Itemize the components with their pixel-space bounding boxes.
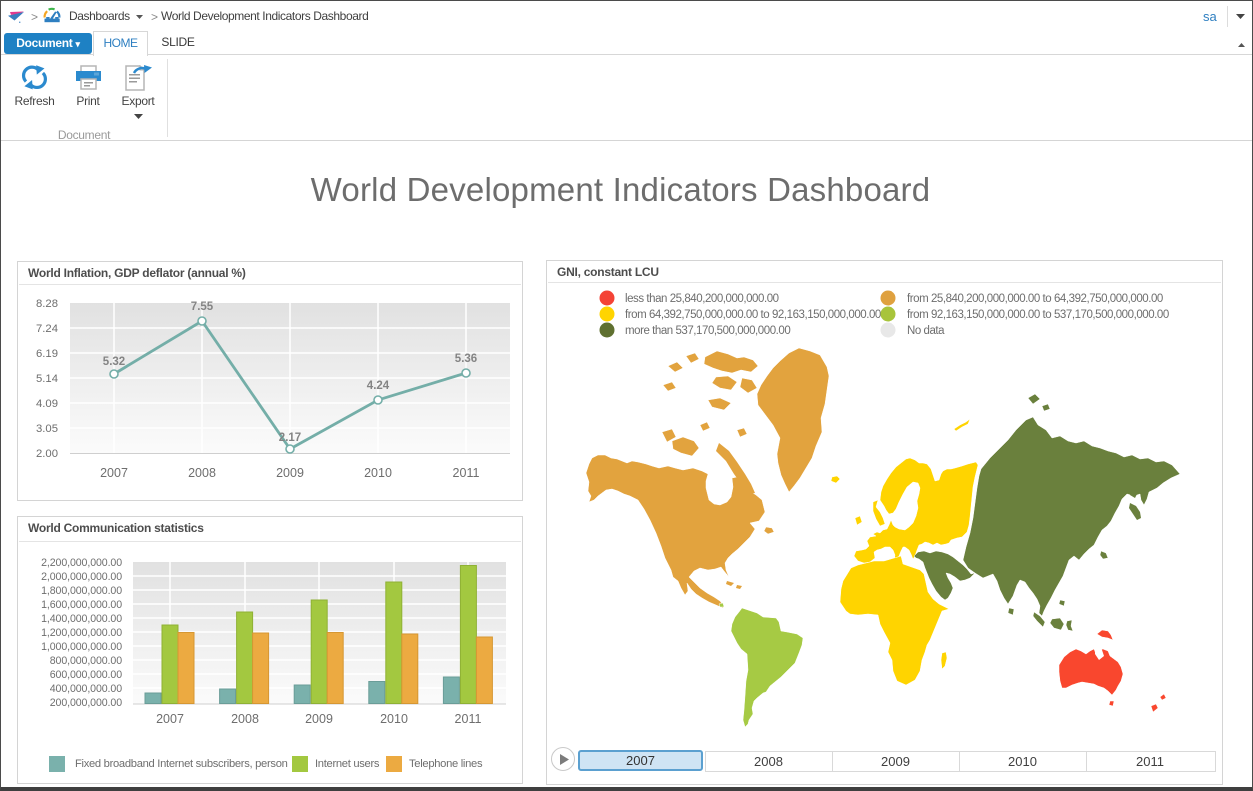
svg-text:1,800,000,000.00: 1,800,000,000.00 <box>41 585 122 597</box>
svg-text:1,600,000,000.00: 1,600,000,000.00 <box>41 599 122 611</box>
svg-text:400,000,000.00: 400,000,000.00 <box>50 683 122 695</box>
svg-text:4.09: 4.09 <box>36 398 58 410</box>
svg-text:No data: No data <box>907 325 945 337</box>
svg-text:8.28: 8.28 <box>36 298 58 310</box>
svg-text:Internet users: Internet users <box>315 758 380 770</box>
svg-text:2007: 2007 <box>100 466 128 480</box>
svg-text:4.24: 4.24 <box>367 380 390 392</box>
svg-text:5.36: 5.36 <box>455 353 477 365</box>
svg-text:5.32: 5.32 <box>103 356 125 368</box>
svg-text:6.19: 6.19 <box>36 348 58 360</box>
svg-text:200,000,000.00: 200,000,000.00 <box>50 697 122 709</box>
svg-text:2009: 2009 <box>276 466 304 480</box>
svg-text:more than 537,170,500,000,000.: more than 537,170,500,000,000.00 <box>625 325 790 337</box>
svg-text:3.05: 3.05 <box>36 423 58 435</box>
svg-text:1,000,000,000.00: 1,000,000,000.00 <box>41 641 122 653</box>
svg-text:2010: 2010 <box>364 466 392 480</box>
svg-text:Fixed broadband Internet subsc: Fixed broadband Internet subscribers, pe… <box>75 758 288 770</box>
svg-text:2011: 2011 <box>455 712 482 726</box>
svg-text:2008: 2008 <box>188 466 216 480</box>
svg-text:from 64,392,750,000,000.00 to: from 64,392,750,000,000.00 to 92,163,150… <box>625 309 881 321</box>
svg-text:7.55: 7.55 <box>191 301 214 313</box>
svg-text:7.24: 7.24 <box>36 323 58 335</box>
svg-text:from 25,840,200,000,000.00 to: from 25,840,200,000,000.00 to 64,392,750… <box>907 293 1163 305</box>
svg-text:2.00: 2.00 <box>36 448 58 460</box>
svg-text:1,400,000,000.00: 1,400,000,000.00 <box>41 613 122 625</box>
svg-text:less than 25,840,200,000,000.0: less than 25,840,200,000,000.00 <box>625 293 779 305</box>
svg-text:1,200,000,000.00: 1,200,000,000.00 <box>41 627 122 639</box>
svg-text:2,200,000,000.00: 2,200,000,000.00 <box>41 557 122 569</box>
svg-text:2,000,000,000.00: 2,000,000,000.00 <box>41 571 122 583</box>
svg-text:2009: 2009 <box>305 712 333 726</box>
svg-text:2007: 2007 <box>156 712 184 726</box>
svg-text:5.14: 5.14 <box>36 373 58 385</box>
svg-text:2011: 2011 <box>453 466 480 480</box>
svg-text:Telephone lines: Telephone lines <box>409 758 483 770</box>
svg-text:2.17: 2.17 <box>279 432 301 444</box>
svg-text:from 92,163,150,000,000.00 to: from 92,163,150,000,000.00 to 537,170,50… <box>907 309 1169 321</box>
svg-text:800,000,000.00: 800,000,000.00 <box>50 655 122 667</box>
svg-text:2008: 2008 <box>231 712 259 726</box>
svg-text:600,000,000.00: 600,000,000.00 <box>50 669 122 681</box>
svg-text:2010: 2010 <box>380 712 408 726</box>
